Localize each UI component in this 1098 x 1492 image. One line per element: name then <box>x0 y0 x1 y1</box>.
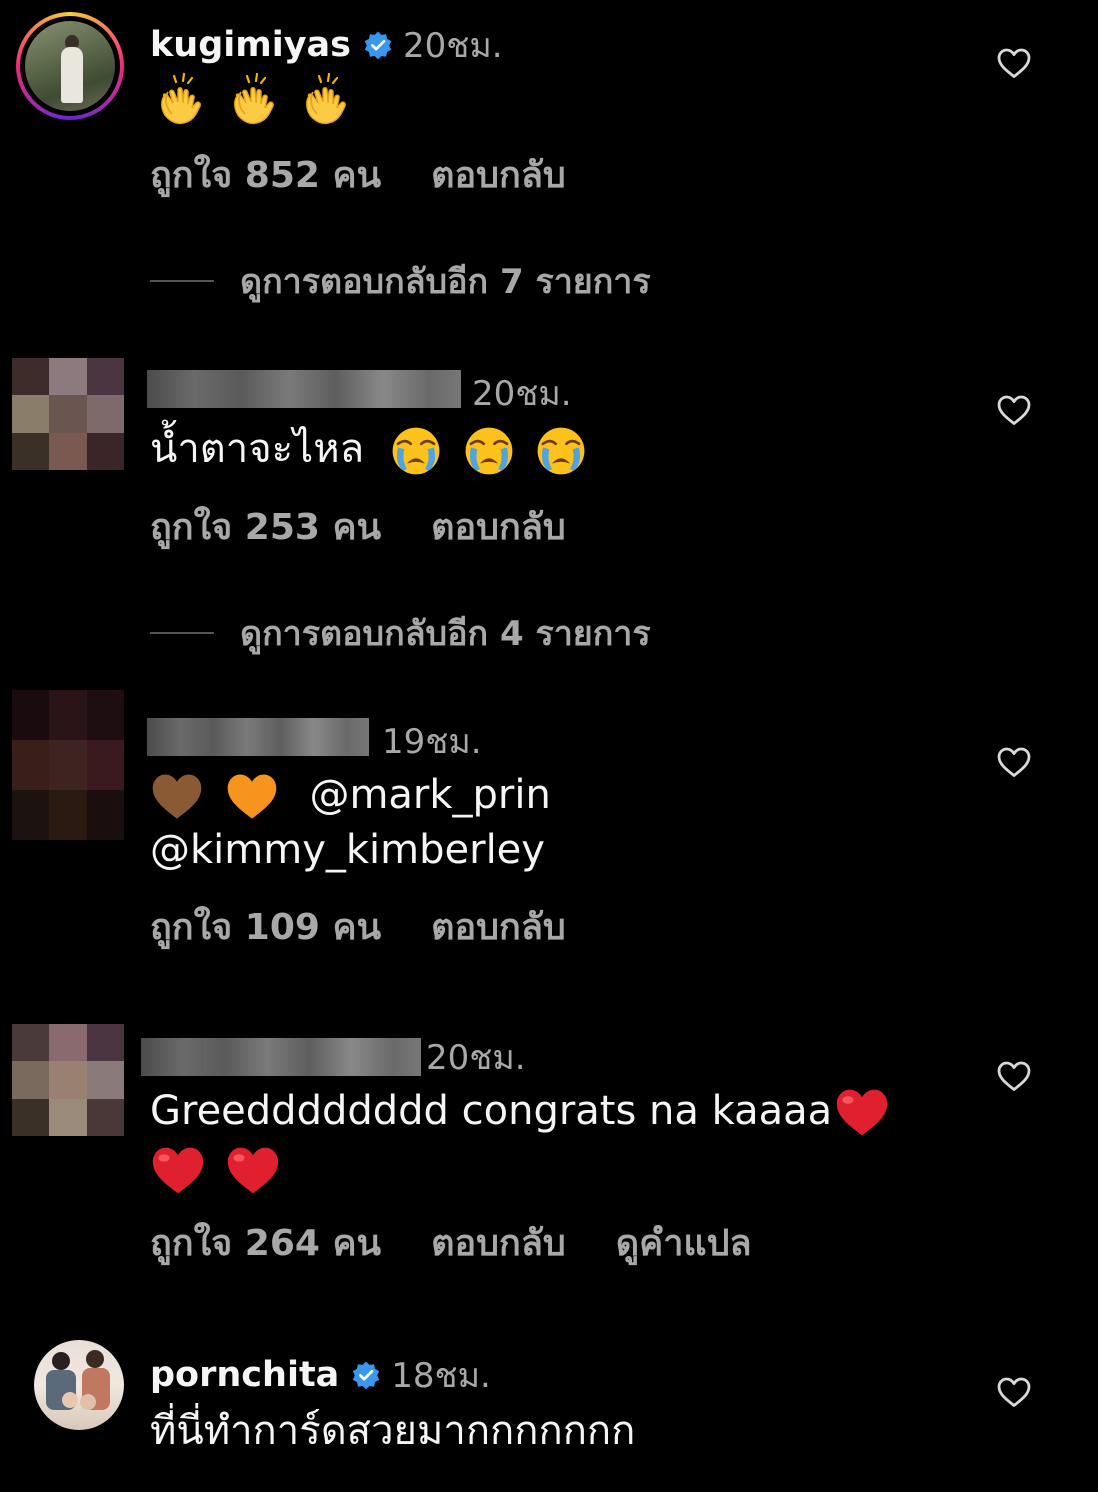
username-redacted <box>147 370 461 408</box>
avatar-figure-child <box>80 1394 96 1410</box>
reply-button[interactable]: ตอบกลับ <box>431 146 566 203</box>
comment-text: @mark_prin @kimmy_kimberley <box>150 768 551 877</box>
avatar-figure-child <box>62 1392 78 1408</box>
clapping-hands-icon <box>223 70 283 130</box>
comment-text: ที่นี่ทำการ์ดสวยมากกกกกกก <box>150 1404 635 1458</box>
red-heart-icon <box>834 1086 890 1140</box>
red-heart-icon <box>225 1144 281 1198</box>
timestamp: 20ชม. <box>402 26 503 66</box>
like-heart-icon[interactable] <box>996 1376 1032 1408</box>
like-count[interactable]: ถูกใจ 852 คน <box>150 146 381 203</box>
comment-header: pornchita 18ชม. <box>150 1348 491 1402</box>
like-heart-icon[interactable] <box>996 47 1032 79</box>
like-count[interactable]: ถูกใจ 109 คน <box>150 898 381 955</box>
loudly-crying-face-icon <box>534 424 588 478</box>
view-replies-button[interactable]: ดูการตอบกลับอีก 7 รายการ <box>150 254 651 308</box>
comment-header: 20ชม. <box>426 1030 526 1084</box>
username[interactable]: kugimiyas <box>150 25 351 65</box>
comment-text <box>150 70 355 130</box>
like-count[interactable]: ถูกใจ 253 คน <box>150 498 381 555</box>
comment-header: 20ชม. <box>472 366 572 420</box>
timestamp: 20ชม. <box>426 1038 526 1078</box>
timestamp: 19ชม. <box>382 722 482 762</box>
comment: kugimiyas 20ชม. ถูกใจ 852 คน ตอบกลับ ดูก… <box>0 0 1098 320</box>
username-redacted <box>141 1038 421 1076</box>
avatar-figure-body <box>61 47 83 103</box>
reply-button[interactable]: ตอบกลับ <box>431 1214 566 1271</box>
clapping-hands-icon <box>295 70 355 130</box>
comment-body: Greedddddddd congrats na kaaaa <box>150 1088 833 1134</box>
like-heart-icon[interactable] <box>996 1060 1032 1092</box>
like-heart-icon[interactable] <box>996 746 1032 778</box>
loudly-crying-face-icon <box>462 424 516 478</box>
mention-link[interactable]: @mark_prin <box>309 772 550 818</box>
username-redacted <box>147 718 369 756</box>
replies-divider <box>150 632 214 634</box>
timestamp: 18ชม. <box>391 1356 491 1396</box>
avatar[interactable] <box>12 358 124 470</box>
view-replies-button[interactable]: ดูการตอบกลับอีก 4 รายการ <box>150 606 651 660</box>
avatar-photo <box>25 21 115 111</box>
comment-line-2 <box>150 1142 890 1198</box>
comment-body: น้ำตาจะไหล <box>150 426 365 472</box>
timestamp: 20ชม. <box>472 374 572 414</box>
like-count[interactable]: ถูกใจ 264 คน <box>150 1214 381 1271</box>
avatar[interactable] <box>12 1024 124 1136</box>
see-translation-button[interactable]: ดูคำแปล <box>616 1214 752 1271</box>
comment-line-1: Greedddddddd congrats na kaaaa <box>150 1084 890 1140</box>
avatar-border <box>20 16 120 116</box>
comment-line-1: @mark_prin <box>150 768 551 823</box>
comment-text: น้ำตาจะไหล <box>150 422 588 478</box>
username[interactable]: pornchita <box>150 1355 339 1395</box>
comment: 20ชม. Greedddddddd congrats na kaaaa ถูก… <box>0 1020 1098 1320</box>
avatar[interactable] <box>16 12 124 120</box>
avatar-figure-head <box>52 1352 70 1370</box>
view-replies-label: ดูการตอบกลับอีก 7 รายการ <box>240 262 651 302</box>
comment: 19ชม. @mark_prin @kimmy_kimberley ถูกใจ … <box>0 690 1098 990</box>
comment-actions: ถูกใจ 109 คน ตอบกลับ <box>150 898 566 955</box>
like-heart-icon[interactable] <box>996 394 1032 426</box>
reply-button[interactable]: ตอบกลับ <box>431 898 566 955</box>
view-replies-label: ดูการตอบกลับอีก 4 รายการ <box>240 614 651 654</box>
comment-body: ที่นี่ทำการ์ดสวยมากกกกกกก <box>150 1408 636 1454</box>
reply-button[interactable]: ตอบกลับ <box>431 498 566 555</box>
replies-divider <box>150 280 214 282</box>
comment-header: 19ชม. <box>382 714 482 768</box>
brown-heart-icon <box>150 771 204 823</box>
comment-header: kugimiyas 20ชม. <box>150 18 503 72</box>
comment-actions: ถูกใจ 852 คน ตอบกลับ <box>150 146 566 203</box>
clapping-hands-icon <box>150 70 210 130</box>
avatar[interactable] <box>34 1340 124 1430</box>
comment-text: Greedddddddd congrats na kaaaa <box>150 1084 890 1198</box>
comment-actions: ถูกใจ 264 คน ตอบกลับ ดูคำแปล <box>150 1214 752 1271</box>
comment-actions: ถูกใจ 253 คน ตอบกลับ <box>150 498 566 555</box>
loudly-crying-face-icon <box>389 424 443 478</box>
red-heart-icon <box>150 1144 206 1198</box>
verified-badge-icon <box>351 1360 381 1390</box>
avatar-figure-head <box>86 1350 104 1368</box>
comment: 20ชม. น้ำตาจะไหล ถูกใจ 253 คน ตอบกลับ ดู… <box>0 340 1098 660</box>
mention-link[interactable]: @kimmy_kimberley <box>150 823 551 877</box>
verified-badge-icon <box>363 30 393 60</box>
orange-heart-icon <box>225 771 279 823</box>
comment: pornchita 18ชม. ที่นี่ทำการ์ดสวยมากกกกกก… <box>0 1330 1098 1492</box>
avatar[interactable] <box>12 690 124 840</box>
